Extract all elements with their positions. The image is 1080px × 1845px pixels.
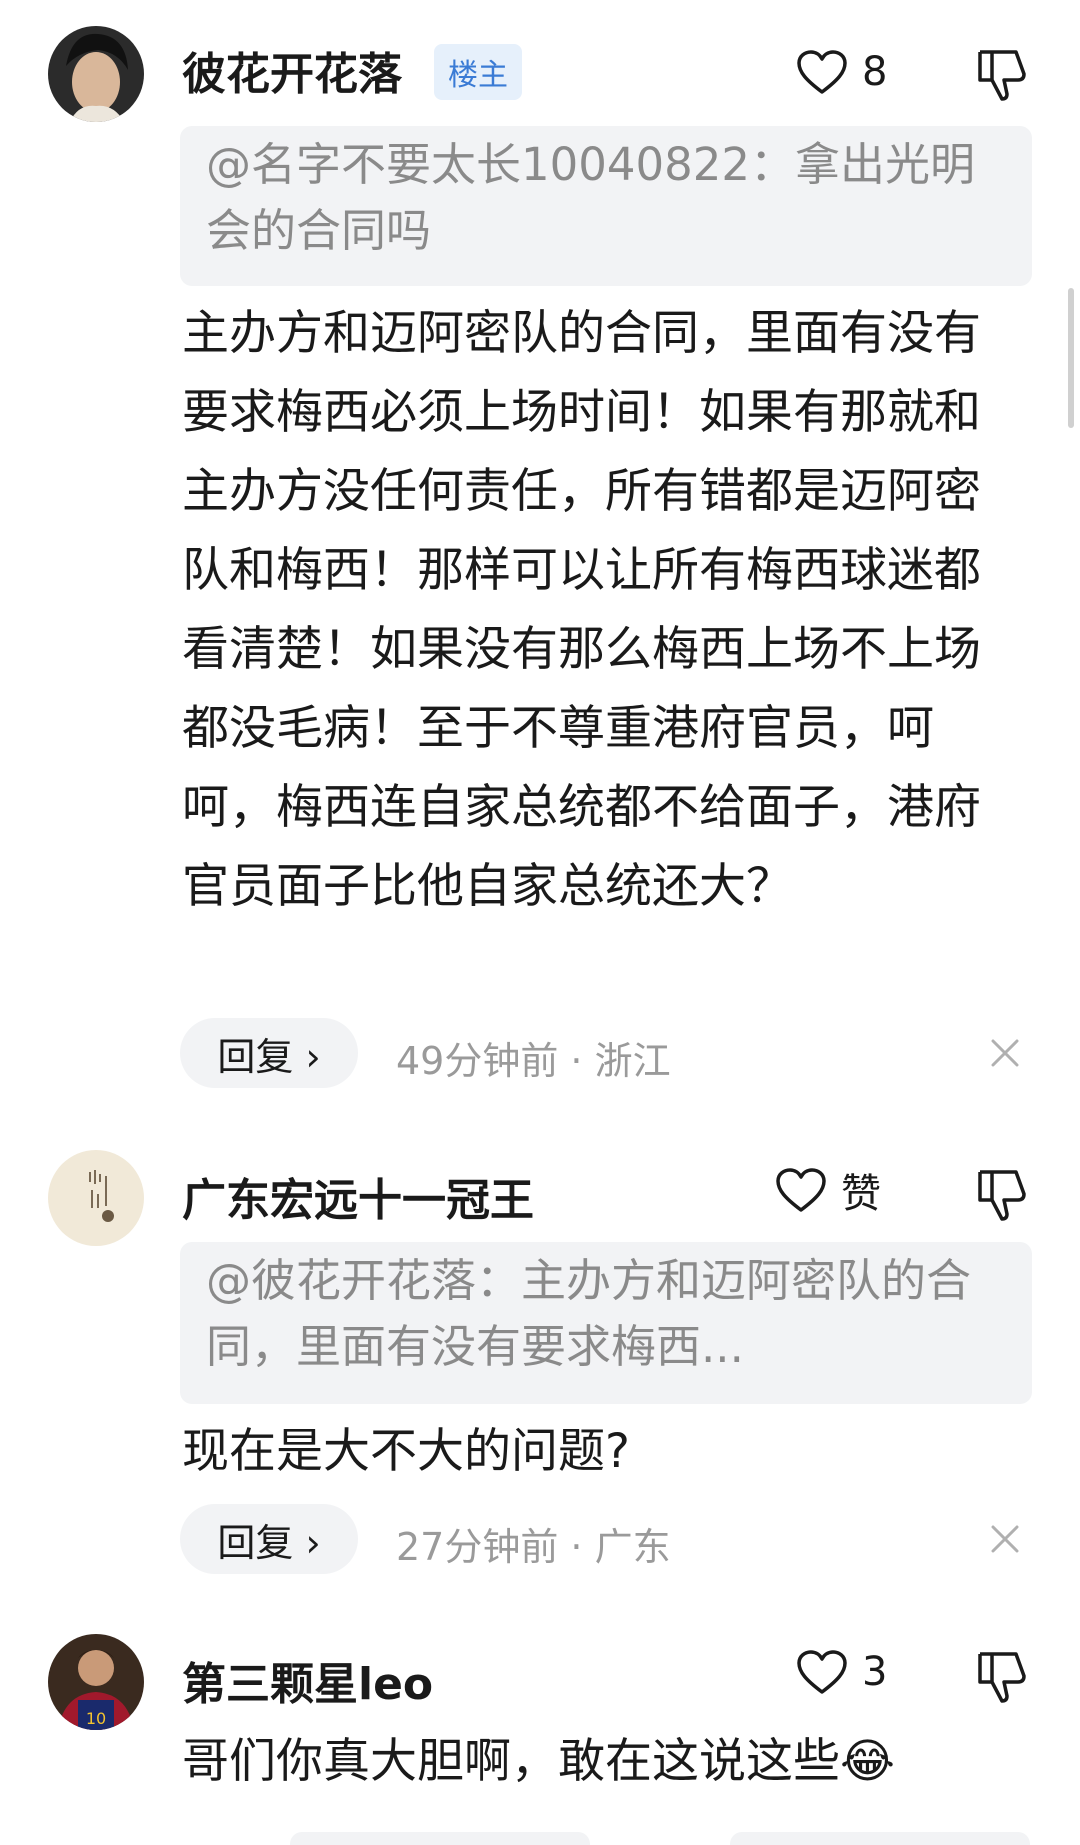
- op-badge: 楼主: [434, 44, 522, 100]
- avatar[interactable]: 10: [48, 1634, 144, 1730]
- like-button[interactable]: 3: [796, 1642, 887, 1702]
- username[interactable]: 第三颗星leo: [182, 1648, 433, 1712]
- comment-meta: 27分钟前 · 广东: [396, 1525, 671, 1569]
- username[interactable]: 彼花开花落: [182, 38, 402, 102]
- close-icon[interactable]: [988, 1522, 1022, 1556]
- quoted-comment[interactable]: @名字不要太长10040822：拿出光明会的合同吗: [180, 126, 1032, 286]
- quoted-comment[interactable]: @彼花开花落：主办方和迈阿密队的合同，里面有没有要求梅西...: [180, 1242, 1032, 1404]
- username[interactable]: 广东宏远十一冠王: [182, 1164, 534, 1228]
- dislike-button[interactable]: [976, 1648, 1028, 1704]
- thumbs-down-icon: [978, 1170, 1026, 1221]
- like-button[interactable]: 8: [796, 42, 887, 102]
- dislike-button[interactable]: [976, 46, 1028, 102]
- laughing-emoji-icon: 😂: [840, 1734, 895, 1789]
- thumbs-down-icon: [978, 50, 1026, 101]
- like-count: 3: [862, 1649, 888, 1695]
- input-bar-edge: [730, 1832, 1030, 1845]
- thumbs-down-icon: [978, 1652, 1026, 1703]
- comment-text: 主办方和迈阿密队的合同，里面有没有要求梅西必须上场时间！如果有那就和主办方没任何…: [182, 306, 981, 914]
- heart-icon: [776, 1168, 826, 1212]
- comment-text: 现在是大不大的问题?: [182, 1424, 630, 1479]
- close-icon[interactable]: [988, 1036, 1022, 1070]
- reply-button[interactable]: 回复 ›: [180, 1018, 358, 1088]
- comment-text: 哥们你真大胆啊，敢在这说这些😂: [182, 1722, 1040, 1801]
- svg-text:10: 10: [86, 1709, 106, 1728]
- comment-text-content: 哥们你真大胆啊，敢在这说这些: [182, 1734, 840, 1789]
- like-count: 8: [862, 49, 888, 95]
- heart-icon: [797, 1650, 847, 1694]
- avatar[interactable]: [48, 1150, 144, 1246]
- reply-button[interactable]: 回复 ›: [180, 1504, 358, 1574]
- comment-meta: 49分钟前 · 浙江: [396, 1039, 671, 1083]
- reply-button[interactable]: [290, 1832, 590, 1845]
- like-button[interactable]: 赞: [775, 1160, 881, 1220]
- like-count: 赞: [841, 1171, 881, 1217]
- heart-icon: [797, 50, 847, 94]
- dislike-button[interactable]: [976, 1166, 1028, 1222]
- scrollbar[interactable]: [1068, 288, 1074, 428]
- avatar[interactable]: [48, 26, 144, 122]
